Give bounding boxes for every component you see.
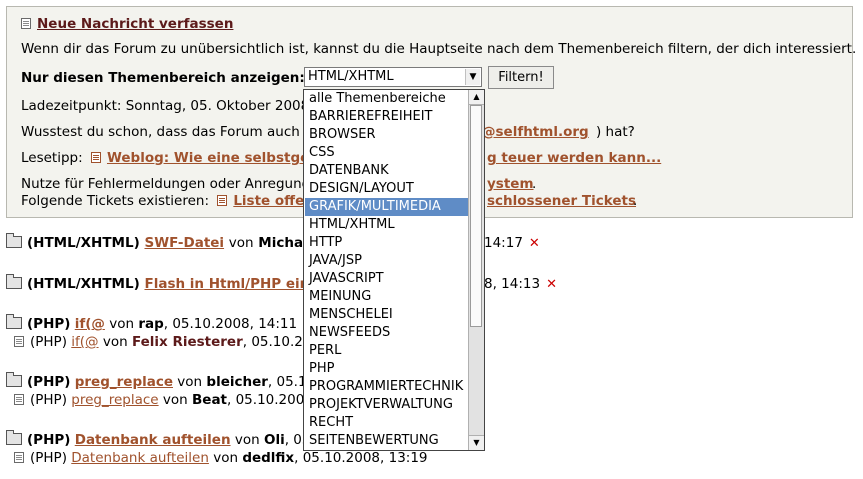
- filter-label: Nur diesen Themenbereich anzeigen:: [21, 70, 305, 86]
- thread-row: (HTML/XHTML) Flash in Html/PHP einb: [6, 274, 319, 292]
- topic-option[interactable]: alle Themenbereiche: [305, 90, 468, 108]
- tickets-label: Folgende Tickets existieren:: [21, 193, 210, 209]
- topic-option[interactable]: DATENBANK: [305, 162, 468, 180]
- document-icon: [217, 195, 228, 206]
- intro-text: Wenn dir das Forum zu unübersichtlich is…: [21, 41, 857, 57]
- topic-option[interactable]: SEITENBEWERTUNG: [305, 432, 468, 450]
- thread-title-link[interactable]: SWF-Datei: [144, 235, 224, 251]
- document-icon: [90, 152, 101, 163]
- weblog-link[interactable]: Weblog: Wie eine selbstge: [107, 150, 309, 166]
- bug-report-text: Nutze für Fehlermeldungen oder Anregung: [21, 176, 311, 192]
- topic-option[interactable]: MEINUNG: [305, 288, 468, 306]
- thread-title-link[interactable]: if(@: [75, 316, 105, 332]
- document-icon: [14, 452, 24, 463]
- reply-title-link[interactable]: Datenbank aufteilen: [71, 450, 209, 466]
- reply-author: dedlfix: [242, 450, 295, 466]
- thread-row: (PHP) if(@ von rap, 05.10.2008, 14:11✕: [6, 314, 314, 332]
- bug-tracker-link[interactable]: ystem: [487, 176, 534, 192]
- scrollbar-thumb[interactable]: [470, 105, 482, 327]
- open-tickets-link[interactable]: Liste offe: [233, 193, 304, 209]
- thread-author: Oli: [263, 432, 285, 448]
- thread-time: 14:17 ✕: [484, 235, 540, 251]
- topic-option[interactable]: JAVA/JSP: [305, 252, 468, 270]
- thread-row: (PHP) Datenbank aufteilen von Oli, 05.: [6, 430, 315, 448]
- topic-option[interactable]: RECHT: [305, 414, 468, 432]
- thread-author: rap: [138, 316, 164, 332]
- dropdown-scrollbar[interactable]: ▲ ▼: [468, 90, 484, 450]
- topic-option[interactable]: HTTP: [305, 234, 468, 252]
- mail-link[interactable]: @selfhtml.org: [482, 124, 589, 140]
- tip-label: Lesetipp:: [21, 150, 83, 166]
- x-icon[interactable]: ✕: [546, 277, 557, 292]
- weblog-link-end[interactable]: g teuer werden kann...: [487, 150, 661, 166]
- tickets-dot: .: [633, 193, 638, 209]
- bug-report-row: Nutze für Fehlermeldungen oder Anregung …: [21, 176, 536, 192]
- topic-option[interactable]: CSS: [305, 144, 468, 162]
- topic-option[interactable]: JAVASCRIPT: [305, 270, 468, 288]
- topic-option[interactable]: MENSCHELEI: [305, 306, 468, 324]
- topic-filter-value: HTML/XHTML: [308, 69, 394, 84]
- thread-title-link[interactable]: Flash in Html/PHP einb: [144, 276, 318, 292]
- topic-filter-select[interactable]: HTML/XHTML ▼: [304, 67, 482, 87]
- new-message-link[interactable]: Neue Nachricht verfassen: [37, 16, 233, 32]
- topic-option[interactable]: PROJEKTVERWALTUNG: [305, 396, 468, 414]
- folder-icon: [6, 372, 22, 387]
- reply-title-link[interactable]: if(@: [71, 334, 98, 350]
- folder-icon: [6, 430, 22, 445]
- reply-row: (PHP) if(@ von Felix Riesterer, 05.10.2: [14, 334, 303, 350]
- topic-option[interactable]: NEWSFEEDS: [305, 324, 468, 342]
- new-message-row: Neue Nachricht verfassen: [21, 16, 233, 32]
- did-you-know: Wusstest du schon, dass das Forum auch @…: [21, 124, 635, 140]
- folder-icon: [6, 233, 22, 248]
- topic-option[interactable]: GRAFIK/MULTIMEDIA: [305, 198, 468, 216]
- bug-dot: .: [532, 176, 537, 192]
- did-you-know-text: Wusstest du schon, dass das Forum auch: [21, 124, 300, 140]
- document-icon: [14, 336, 24, 347]
- reply-author: Beat: [192, 392, 228, 408]
- filter-button[interactable]: Filtern!: [488, 66, 554, 89]
- thread-row: (PHP) preg_replace von bleicher, 05.10: [6, 372, 315, 390]
- topic-options: alle Themenbereiche BARRIEREFREIHEIT BROWS…: [305, 90, 468, 450]
- did-you-know-end: ) hat?: [596, 124, 635, 140]
- thread-row: (HTML/XHTML) SWF-Datei von Michae: [6, 233, 312, 251]
- folder-icon: [6, 314, 22, 329]
- document-icon: [14, 394, 24, 405]
- topic-option[interactable]: DESIGN/LAYOUT: [305, 180, 468, 198]
- topic-option[interactable]: PERL: [305, 342, 468, 360]
- chevron-down-icon[interactable]: ▼: [465, 69, 480, 85]
- thread-title-link[interactable]: preg_replace: [75, 374, 173, 390]
- reply-row: (PHP) preg_replace von Beat, 05.10.200: [14, 392, 304, 408]
- reply-title-link[interactable]: preg_replace: [71, 392, 158, 408]
- reply-author: Felix Riesterer: [131, 334, 243, 350]
- topic-option[interactable]: HTML/XHTML: [305, 216, 468, 234]
- thread-author: bleicher: [206, 374, 268, 390]
- thread-time: 8, 14:13 ✕: [484, 276, 557, 292]
- folder-icon: [6, 274, 22, 289]
- closed-tickets-link[interactable]: schlossener Tickets: [487, 193, 636, 209]
- topic-option[interactable]: BARRIEREFREIHEIT: [305, 108, 468, 126]
- topic-option[interactable]: BROWSER: [305, 126, 468, 144]
- x-icon[interactable]: ✕: [529, 236, 540, 251]
- reading-tip: Lesetipp: Weblog: Wie eine selbstge g te…: [21, 150, 661, 166]
- topic-dropdown-list[interactable]: alle Themenbereiche BARRIEREFREIHEIT BROWS…: [303, 89, 485, 451]
- topic-option[interactable]: PROGRAMMIERTECHNIK: [305, 378, 468, 396]
- scroll-up-icon[interactable]: ▲: [469, 90, 484, 105]
- document-icon: [21, 18, 31, 29]
- reply-row: (PHP) Datenbank aufteilen von dedlfix, 0…: [14, 450, 428, 466]
- thread-title-link[interactable]: Datenbank aufteilen: [75, 432, 231, 448]
- tickets-row: Folgende Tickets existieren: Liste offe …: [21, 193, 637, 209]
- scroll-down-icon[interactable]: ▼: [469, 435, 484, 450]
- load-time: Ladezeitpunkt: Sonntag, 05. Oktober 2008: [21, 98, 310, 114]
- topic-option[interactable]: PHP: [305, 360, 468, 378]
